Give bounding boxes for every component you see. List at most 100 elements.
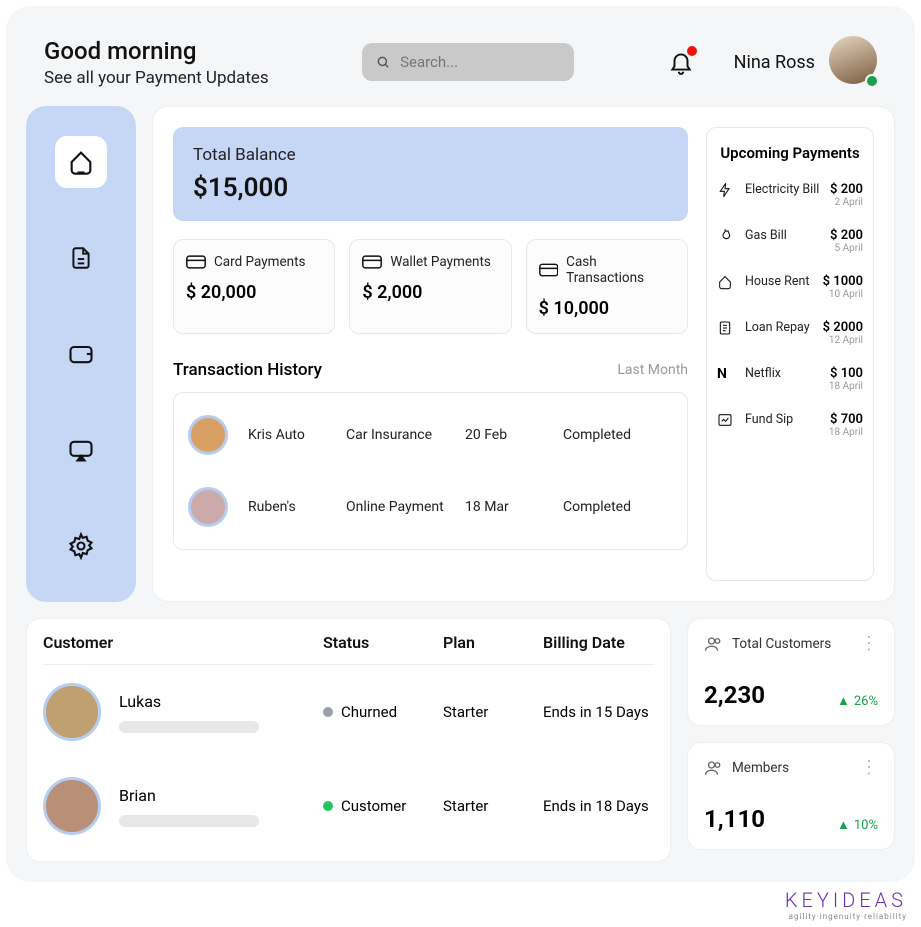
document-icon — [68, 245, 94, 271]
greeting-subtitle: See all your Payment Updates — [44, 68, 269, 88]
credit-card-icon — [186, 255, 206, 269]
history-type: Car Insurance — [346, 427, 457, 443]
col-customer: Customer — [43, 633, 323, 652]
stat-members: Members ⋮ 1,110 ▲10% — [687, 742, 895, 850]
sidebar-item-wallet[interactable] — [55, 328, 107, 380]
col-status: Status — [323, 633, 443, 652]
search-input[interactable] — [400, 53, 560, 71]
status-dot-icon — [323, 801, 333, 811]
upcoming-item[interactable]: Loan Repay $ 200012 April — [717, 320, 863, 346]
upcoming-amount: $ 100 — [829, 366, 863, 381]
document-icon — [717, 320, 733, 336]
customer-table: Customer Status Plan Billing Date Lukas … — [26, 618, 671, 862]
history-date: 18 Mar — [465, 499, 555, 515]
greeting-title: Good morning — [44, 37, 269, 65]
stat-value: 1,110 — [704, 805, 765, 833]
avatar — [188, 487, 228, 527]
upcoming-amount: $ 700 — [829, 412, 863, 427]
upcoming-date: 18 April — [829, 427, 863, 438]
history-type: Online Payment — [346, 499, 457, 515]
upcoming-name: Fund Sip — [745, 412, 823, 428]
sidebar-item-home[interactable] — [55, 136, 107, 188]
customer-billing: Ends in 18 Days — [543, 797, 654, 815]
customer-status: Churned — [341, 703, 397, 721]
history-list: Kris Auto Car Insurance 20 Feb Completed… — [173, 392, 688, 550]
upcoming-name: Loan Repay — [745, 320, 817, 336]
customer-name: Brian — [119, 786, 259, 805]
stat-label: Members — [732, 760, 789, 776]
user-menu[interactable]: Nina Ross — [734, 36, 877, 88]
upcoming-amount: $ 200 — [830, 182, 863, 197]
greeting-block: Good morning See all your Payment Update… — [44, 37, 269, 88]
users-icon — [704, 635, 722, 653]
progress-bar — [119, 721, 259, 733]
stat-trend: 10% — [854, 818, 878, 833]
history-row[interactable]: Ruben's Online Payment 18 Mar Completed — [174, 471, 687, 543]
customer-row[interactable]: Brian Customer Starter Ends in 18 Days — [43, 759, 654, 853]
gear-icon — [67, 532, 95, 560]
upcoming-amount: $ 1000 — [823, 274, 863, 289]
upcoming-name: Gas Bill — [745, 228, 824, 244]
col-billing: Billing Date — [543, 633, 654, 652]
balance-amount: $15,000 — [193, 173, 668, 203]
brand-tagline: agility·ingenuity·reliability — [785, 912, 907, 921]
pay-card-card: Card Payments $ 20,000 — [173, 239, 335, 334]
notification-dot-icon — [687, 46, 697, 56]
history-name: Kris Auto — [248, 427, 338, 443]
credit-card-icon — [362, 255, 382, 269]
pay-card-amount: $ 20,000 — [186, 282, 322, 303]
header: Good morning See all your Payment Update… — [26, 26, 895, 106]
history-date: 20 Feb — [465, 427, 555, 443]
more-menu-icon[interactable]: ⋮ — [860, 640, 878, 647]
upcoming-item[interactable]: N Netflix $ 10018 April — [717, 366, 863, 392]
more-menu-icon[interactable]: ⋮ — [860, 764, 878, 771]
sidebar — [26, 106, 136, 602]
avatar — [188, 415, 228, 455]
upcoming-item[interactable]: Electricity Bill $ 2002 April — [717, 182, 863, 208]
upcoming-item[interactable]: Gas Bill $ 2005 April — [717, 228, 863, 254]
sidebar-item-display[interactable] — [55, 424, 107, 476]
upcoming-item[interactable]: House Rent $ 100010 April — [717, 274, 863, 300]
avatar — [43, 777, 101, 835]
netflix-icon: N — [717, 366, 739, 382]
stat-total-customers: Total Customers ⋮ 2,230 ▲26% — [687, 618, 895, 726]
sidebar-item-settings[interactable] — [55, 520, 107, 572]
col-plan: Plan — [443, 633, 543, 652]
history-row[interactable]: Kris Auto Car Insurance 20 Feb Completed — [174, 399, 687, 471]
pay-card-cash: Cash Transactions $ 10,000 — [526, 239, 688, 334]
credit-card-icon — [539, 263, 559, 277]
history-filter[interactable]: Last Month — [617, 362, 688, 378]
presence-indicator-icon — [865, 74, 879, 88]
dashboard-panel: Total Balance $15,000 Card Payments $ 20… — [152, 106, 895, 602]
upcoming-name: House Rent — [745, 274, 817, 290]
balance-label: Total Balance — [193, 145, 668, 165]
avatar — [43, 683, 101, 741]
customer-billing: Ends in 15 Days — [543, 703, 654, 721]
stat-trend: 26% — [854, 694, 878, 709]
user-name: Nina Ross — [734, 52, 815, 73]
pay-card-label: Wallet Payments — [390, 254, 491, 270]
upcoming-amount: $ 200 — [830, 228, 863, 243]
status-dot-icon — [323, 707, 333, 717]
chart-icon — [717, 412, 733, 428]
upcoming-payments-panel: Upcoming Payments Electricity Bill $ 200… — [706, 127, 874, 581]
history-status: Completed — [563, 499, 673, 515]
sidebar-item-documents[interactable] — [55, 232, 107, 284]
pay-card-amount: $ 10,000 — [539, 298, 675, 319]
brand-logo: KEYIDEAS agility·ingenuity·reliability — [785, 888, 907, 921]
customer-status: Customer — [341, 797, 406, 815]
users-icon — [704, 759, 722, 777]
flame-icon — [717, 228, 733, 244]
customer-row[interactable]: Lukas Churned Starter Ends in 15 Days — [43, 665, 654, 759]
upcoming-amount: $ 2000 — [823, 320, 863, 335]
upcoming-title: Upcoming Payments — [717, 144, 863, 162]
customer-plan: Starter — [443, 703, 543, 721]
search-input-wrap[interactable] — [362, 43, 574, 81]
pay-card-label: Cash Transactions — [566, 254, 675, 286]
customer-name: Lukas — [119, 692, 259, 711]
brand-name: KEYIDEAS — [785, 888, 907, 912]
search-icon — [376, 54, 390, 70]
stat-label: Total Customers — [732, 636, 831, 652]
notifications-button[interactable] — [668, 49, 694, 75]
upcoming-item[interactable]: Fund Sip $ 70018 April — [717, 412, 863, 438]
